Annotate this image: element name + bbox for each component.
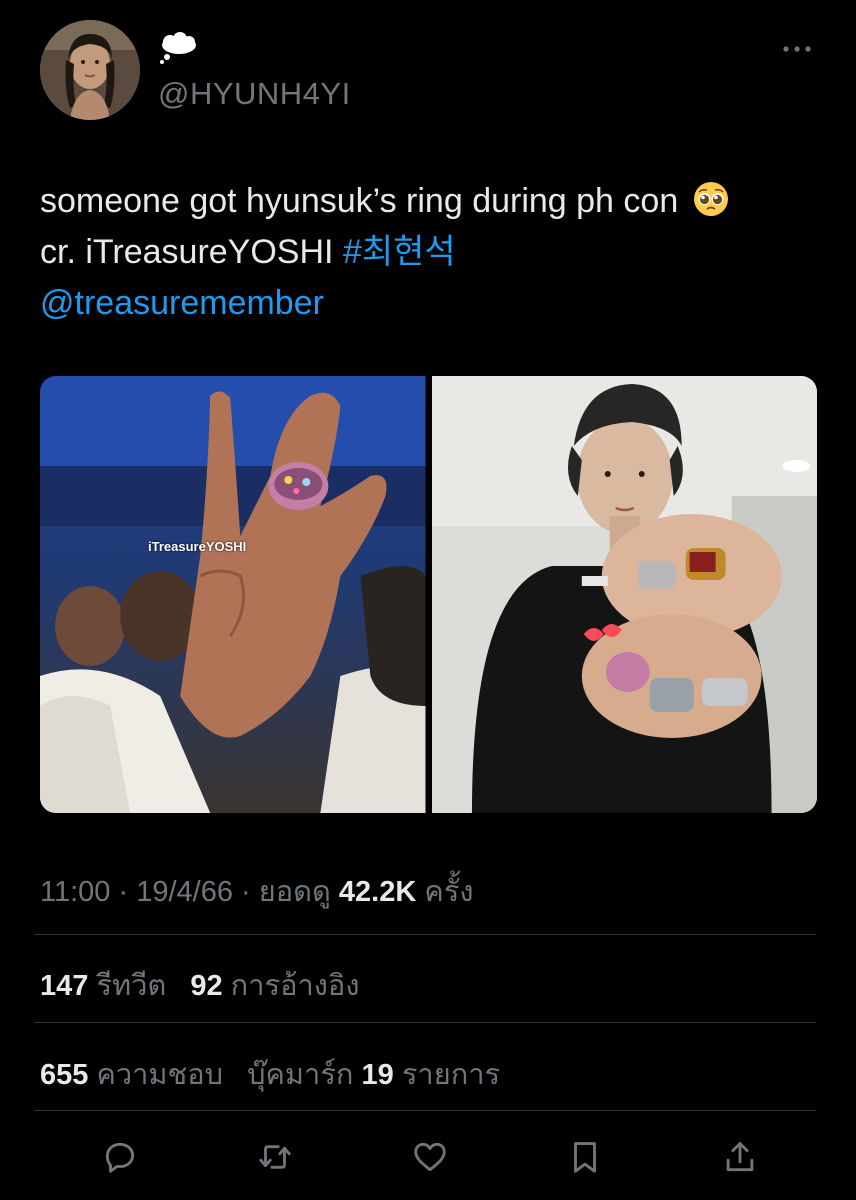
tweet-line-3: @treasuremember	[40, 278, 820, 329]
mention-link[interactable]: @treasuremember	[40, 284, 324, 322]
tweet-line-1: someone got hyunsuk’s ring during ph con	[40, 176, 820, 227]
divider	[34, 1110, 816, 1111]
separator-dot: ·	[241, 876, 259, 908]
avatar-image	[40, 20, 140, 120]
tweet-line-1-text: someone got hyunsuk’s ring during ph con	[40, 182, 679, 220]
bookmark-button[interactable]	[565, 1137, 605, 1177]
photo-rings-fists[interactable]	[431, 376, 817, 813]
views-label: ยอดดู	[258, 876, 331, 908]
like-count[interactable]: 655	[40, 1059, 88, 1091]
heart-icon	[414, 1142, 446, 1172]
quote-label[interactable]: การอ้างอิง	[231, 970, 360, 1002]
views-count[interactable]: 42.2K	[339, 876, 416, 908]
separator-dot: ·	[118, 876, 137, 908]
like-button[interactable]	[410, 1137, 450, 1177]
tweet-time[interactable]: 11:00	[40, 876, 110, 908]
tweet-header: @HYUNH4YI	[40, 20, 820, 125]
reply-button[interactable]	[100, 1137, 140, 1177]
quote-count[interactable]: 92	[190, 970, 222, 1002]
share-button[interactable]	[720, 1137, 760, 1177]
avatar[interactable]	[40, 20, 140, 120]
photo-concert-hand-image	[40, 376, 426, 813]
photo-concert-hand[interactable]: iTreasureYOSHI	[40, 376, 426, 813]
author-handle[interactable]: @HYUNH4YI	[158, 76, 351, 112]
cloud-icon	[160, 32, 196, 64]
tweet-line-2: cr. iTreasureYOSHI #최현석	[40, 227, 820, 278]
views-suffix: ครั้ง	[424, 876, 474, 908]
reply-icon	[105, 1142, 135, 1173]
media-grid: iTreasureYOSHI	[40, 376, 817, 813]
divider	[34, 934, 816, 935]
hashtag-link[interactable]: #최현석	[343, 233, 456, 271]
tweet-date[interactable]: 19/4/66	[136, 876, 233, 908]
photo-rings-fists-image	[431, 376, 817, 813]
like-bookmark-stats: 655 ความชอบ บุ๊คมาร์ก 19 รายการ	[40, 1051, 500, 1097]
photo-watermark: iTreasureYOSHI	[148, 539, 247, 554]
retweet-icon	[259, 1145, 291, 1169]
bookmark-count[interactable]: 19	[362, 1059, 394, 1091]
action-bar	[100, 1137, 760, 1177]
more-options-icon[interactable]	[782, 44, 812, 54]
bookmark-icon	[574, 1142, 596, 1173]
bookmark-label[interactable]: บุ๊คมาร์ก	[247, 1059, 353, 1091]
pleading-face-emoji-icon	[693, 182, 728, 216]
divider	[34, 1022, 816, 1023]
bookmark-suffix: รายการ	[401, 1059, 501, 1091]
retweet-count[interactable]: 147	[40, 970, 88, 1002]
retweet-label[interactable]: รีทวีต	[96, 970, 166, 1002]
like-label[interactable]: ความชอบ	[96, 1059, 223, 1091]
share-icon	[726, 1142, 754, 1172]
tweet-text: someone got hyunsuk’s ring during ph con…	[40, 176, 820, 329]
tweet-meta: 11:00 · 19/4/66 · ยอดดู 42.2K ครั้ง	[40, 868, 473, 914]
retweet-button[interactable]	[255, 1137, 295, 1177]
retweet-quote-stats: 147 รีทวีต 92 การอ้างอิง	[40, 962, 360, 1008]
tweet-credit: cr. iTreasureYOSHI	[40, 233, 334, 271]
